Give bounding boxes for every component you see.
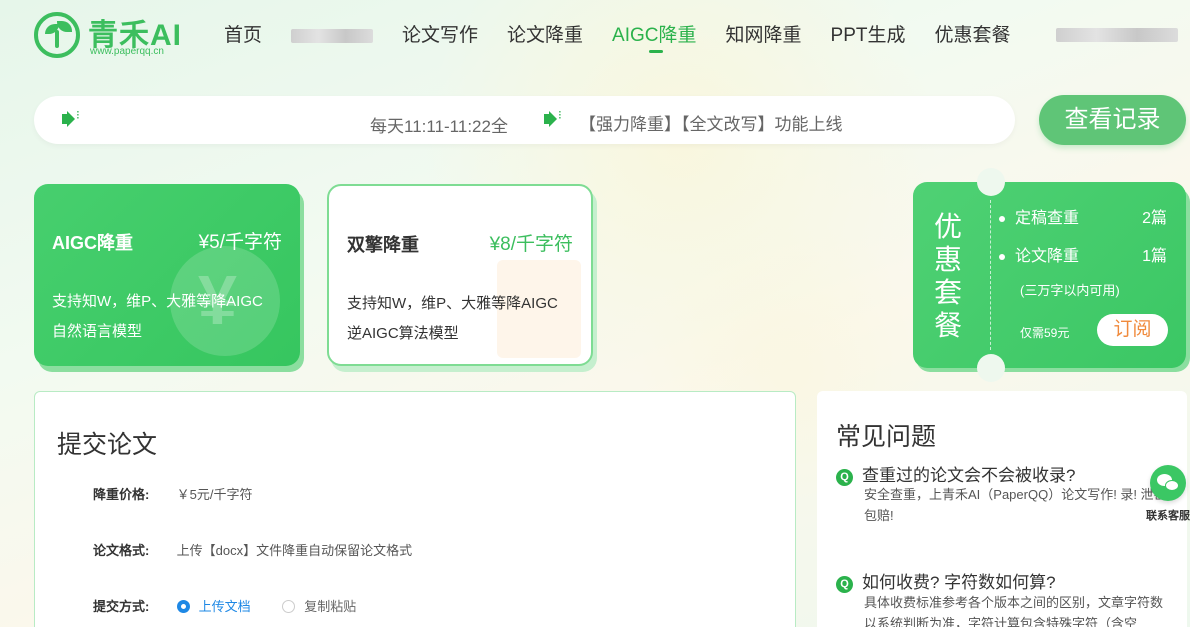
- upload-radio[interactable]: [176, 600, 190, 613]
- nav-item-ppt[interactable]: PPT生成: [831, 20, 906, 47]
- promo-item-value: 1篇: [1142, 248, 1167, 265]
- top-header: 青禾AI www.paperqq.cn 首页 论文写作 论文降重 AIGC降重 …: [0, 0, 1190, 68]
- format-row: 论文格式: 上传【docx】文件降重自动保留论文格式: [93, 540, 412, 559]
- format-value: 上传【docx】文件降重自动保留论文格式: [176, 543, 413, 558]
- nav-item-cnki-rewrite[interactable]: 知网降重: [726, 20, 802, 47]
- faq-question[interactable]: Q 如何收费? 字符数如何算?: [836, 568, 1056, 593]
- card-description: 支持知W，维P、大雅等降AIGC 自然语言模型: [52, 287, 263, 347]
- user-info-redacted[interactable]: [1056, 28, 1178, 42]
- faq-answer: 具体收费标准参考各个版本之间的区别，文章字符数以系统判断为准，字符计算包含特殊字…: [864, 595, 1164, 627]
- card-desc-line: 支持知W，维P、大雅等降AIGC: [347, 295, 558, 312]
- promo-item: 论文降重: [999, 242, 1079, 266]
- sprout-logo-icon: [34, 12, 80, 58]
- card-desc-line: 逆AIGC算法模型: [347, 325, 459, 342]
- promo-item-label: 定稿查重: [1015, 210, 1080, 227]
- faq-question[interactable]: Q 查重过的论文会不会被收录?: [836, 461, 1075, 486]
- promo-package-card[interactable]: 优惠套餐 定稿查重 2篇 论文降重 1篇 (三万字以内可用) 仅需59元 订阅: [913, 168, 1186, 382]
- format-label: 论文格式:: [93, 543, 150, 558]
- nav-item-paper-rewrite[interactable]: 论文降重: [507, 20, 583, 47]
- faq-question-text: 查重过的论文会不会被收录?: [862, 466, 1076, 485]
- card-desc-line: 自然语言模型: [52, 323, 143, 340]
- promo-note: (三万字以内可用): [1020, 283, 1120, 298]
- promo-title: 优惠套餐: [933, 211, 962, 341]
- panel-title: 提交论文: [57, 431, 158, 459]
- contact-service-widget[interactable]: 联系客服: [1146, 465, 1190, 525]
- main-nav: 首页 论文写作 论文降重 AIGC降重 知网降重 PPT生成 优惠套餐: [224, 20, 1039, 53]
- notice-bar: ⁝ 每天11:11-11:22全 ⁝ 【强力降重】【全文改写】功能上线: [34, 96, 1015, 144]
- card-title: AIGC降重: [52, 233, 133, 253]
- faq-answer: 安全查重，上青禾AI（PaperQQ）论文写作! 录! 泄密包赔!: [864, 487, 1167, 523]
- notice-text-2: 【强力降重】【全文改写】功能上线: [579, 115, 843, 134]
- submit-paper-panel: 提交论文 降重价格: ￥5元/千字符 论文格式: 上传【docx】文件降重自动保…: [34, 391, 796, 627]
- nav-item-aigc-rewrite[interactable]: AIGC降重: [612, 20, 697, 53]
- ticket-divider: [990, 200, 991, 350]
- promo-price: 仅需59元: [1020, 326, 1070, 340]
- card-title: 双擎降重: [347, 235, 419, 255]
- nav-item-home[interactable]: 首页: [224, 20, 262, 47]
- logo-subtitle: www.paperqq.cn: [90, 46, 164, 57]
- notice-text-1: 每天11:11-11:22全: [370, 117, 508, 136]
- subscribe-button[interactable]: 订阅: [1097, 314, 1168, 346]
- ticket-notch: [977, 354, 1005, 382]
- paste-option-label[interactable]: 复制粘贴: [304, 599, 356, 614]
- ticket-notch: [977, 168, 1005, 196]
- nav-item-packages[interactable]: 优惠套餐: [934, 20, 1010, 47]
- card-description: 支持知W，维P、大雅等降AIGC 逆AIGC算法模型: [347, 289, 558, 349]
- faq-title: 常见问题: [836, 423, 937, 451]
- card-price: ¥8/千字符: [489, 234, 573, 255]
- question-icon: Q: [836, 469, 853, 486]
- question-icon: Q: [836, 576, 853, 593]
- promo-item-label: 论文降重: [1015, 248, 1080, 265]
- promo-item-value: 2篇: [1142, 210, 1167, 227]
- contact-service-label[interactable]: 联系客服: [1146, 507, 1190, 523]
- card-price: ¥5/千字符: [198, 232, 282, 253]
- price-label: 降重价格:: [93, 487, 150, 502]
- method-row: 提交方式: 上传文档 复制粘贴: [93, 596, 356, 615]
- faq-question-text: 如何收费? 字符数如何算?: [862, 573, 1056, 592]
- wechat-icon[interactable]: [1150, 465, 1186, 501]
- nav-item-paper-writing[interactable]: 论文写作: [402, 20, 478, 47]
- card-desc-line: 支持知W，维P、大雅等降AIGC: [52, 293, 263, 310]
- upload-option-label[interactable]: 上传文档: [199, 599, 251, 614]
- view-history-button[interactable]: 查看记录: [1039, 95, 1186, 145]
- faq-panel: 常见问题 Q 查重过的论文会不会被收录? 安全查重，上青禾AI（PaperQQ）论…: [817, 391, 1187, 627]
- price-row: 降重价格: ￥5元/千字符: [93, 484, 252, 503]
- logo[interactable]: 青禾AI www.paperqq.cn: [34, 10, 184, 60]
- aigc-rewrite-card[interactable]: ¥ AIGC降重 ¥5/千字符 支持知W，维P、大雅等降AIGC 自然语言模型: [34, 184, 300, 366]
- speaker-icon: ⁝: [62, 109, 82, 127]
- promo-item: 定稿查重: [999, 204, 1079, 228]
- speaker-icon: ⁝: [544, 109, 564, 127]
- paste-radio[interactable]: [282, 600, 296, 613]
- nav-item-redacted[interactable]: [291, 28, 374, 43]
- method-label: 提交方式:: [93, 599, 150, 614]
- price-value: ￥5元/千字符: [176, 487, 253, 502]
- dual-engine-rewrite-card[interactable]: 双擎降重 ¥8/千字符 支持知W，维P、大雅等降AIGC 逆AIGC算法模型: [327, 184, 593, 366]
